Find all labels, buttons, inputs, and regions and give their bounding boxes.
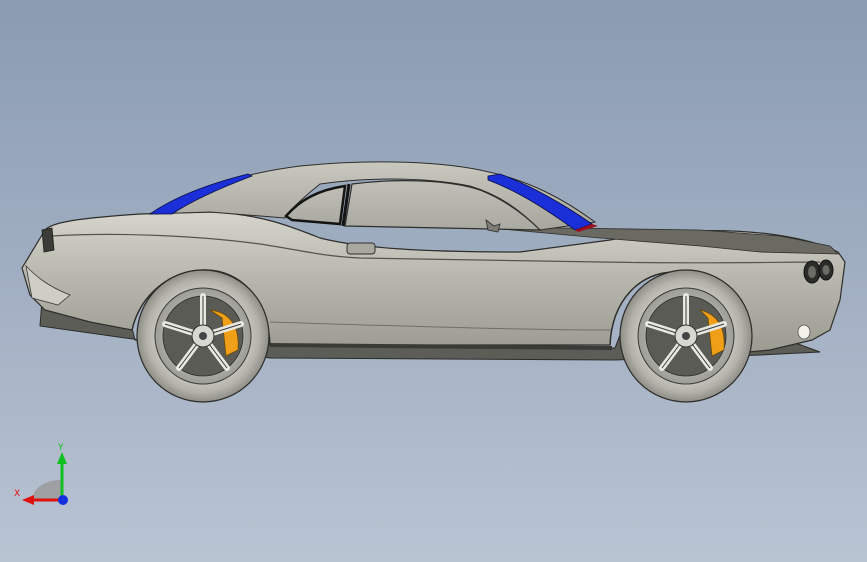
coordinate-triad[interactable]: Y X — [10, 440, 80, 510]
tail-light — [41, 227, 55, 253]
x-axis-label: X — [14, 489, 20, 499]
graphics-viewport[interactable]: Y X — [0, 0, 867, 562]
fog-light — [797, 324, 811, 340]
front-wheel — [619, 269, 753, 403]
triad-plane-icon — [32, 480, 62, 500]
z-axis-dot — [58, 495, 68, 505]
door-handle — [346, 242, 376, 255]
rear-wheel — [136, 269, 270, 403]
car-model[interactable] — [0, 0, 867, 562]
y-axis-label: Y — [57, 443, 64, 453]
